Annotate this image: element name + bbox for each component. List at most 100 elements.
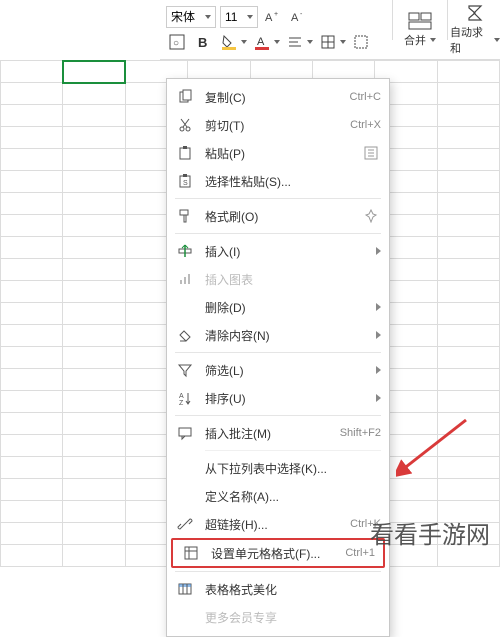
menu-item[interactable]: 清除内容(N) xyxy=(167,321,389,349)
merge-cells-button[interactable]: 合并 xyxy=(395,0,445,59)
menu-separator xyxy=(175,415,381,416)
menu-item[interactable]: 筛选(L) xyxy=(167,356,389,384)
menu-item-label: 删除(D) xyxy=(205,299,370,316)
menu-item: 插入图表 xyxy=(167,265,389,293)
chevron-right-icon xyxy=(376,366,381,374)
menu-item[interactable]: 格式刷(O) xyxy=(167,202,389,230)
autosum-button[interactable]: 自动求和 xyxy=(450,0,500,59)
font-color-button[interactable]: A xyxy=(251,31,273,53)
menu-item[interactable]: 超链接(H)...Ctrl+K xyxy=(167,510,389,538)
print-area-button[interactable] xyxy=(350,31,372,53)
chevron-down-icon xyxy=(430,38,436,42)
menu-item[interactable]: 表格格式美化 xyxy=(167,575,389,603)
borders-icon xyxy=(319,33,337,51)
chevron-down-icon xyxy=(247,15,253,19)
menu-item-label: 筛选(L) xyxy=(205,362,370,379)
menu-separator xyxy=(175,571,381,572)
menu-separator xyxy=(175,352,381,353)
decrease-font-icon: A- xyxy=(290,8,308,26)
selected-cell[interactable] xyxy=(63,61,125,83)
menu-item-label: 插入(I) xyxy=(205,243,370,260)
menu-item[interactable]: 定义名称(A)... xyxy=(167,482,389,510)
svg-text:A: A xyxy=(291,12,299,24)
table-beautify-icon xyxy=(175,579,195,599)
menu-item-shortcut: Shift+F2 xyxy=(340,427,381,439)
menu-item[interactable]: 剪切(T)Ctrl+X xyxy=(167,111,389,139)
menu-item[interactable]: S 选择性粘贴(S)... xyxy=(167,167,389,195)
merge-label: 合并 xyxy=(404,32,426,48)
chevron-down-icon[interactable] xyxy=(307,40,313,44)
menu-item-label: 从下拉列表中选择(K)... xyxy=(205,460,381,477)
chevron-right-icon xyxy=(376,303,381,311)
formula-button[interactable]: ○ xyxy=(166,31,188,53)
chevron-right-icon xyxy=(376,331,381,339)
grid-icon xyxy=(352,33,370,51)
menu-item-label: 剪切(T) xyxy=(205,117,350,134)
bold-button[interactable]: B xyxy=(192,31,214,53)
blank-icon xyxy=(175,486,195,506)
svg-text:A: A xyxy=(265,12,273,24)
paste-options-icon xyxy=(361,143,381,163)
menu-item[interactable]: 删除(D) xyxy=(167,293,389,321)
toolbar-separator xyxy=(392,0,393,40)
pin-icon xyxy=(361,206,381,226)
chevron-down-icon[interactable] xyxy=(274,40,280,44)
menu-more-label[interactable]: 更多会员专享 xyxy=(167,603,389,632)
filter-icon xyxy=(175,360,195,380)
svg-text:+: + xyxy=(274,11,278,18)
chevron-down-icon[interactable] xyxy=(241,40,247,44)
bold-icon: B xyxy=(194,33,212,51)
menu-item-label: 粘贴(P) xyxy=(205,145,355,162)
chevron-right-icon xyxy=(376,247,381,255)
svg-text:-: - xyxy=(300,11,303,18)
menu-item[interactable]: 设置单元格格式(F)...Ctrl+1 xyxy=(171,538,385,568)
menu-item-label: 复制(C) xyxy=(205,89,350,106)
menu-item[interactable]: 插入(I) xyxy=(167,237,389,265)
font-color-icon: A xyxy=(253,33,271,51)
menu-item-label: 清除内容(N) xyxy=(205,327,370,344)
menu-item-shortcut: Ctrl+C xyxy=(350,91,381,103)
menu-item-shortcut: Ctrl+X xyxy=(350,119,381,131)
menu-item[interactable]: 复制(C)Ctrl+C xyxy=(167,83,389,111)
menu-item-label: 超链接(H)... xyxy=(205,516,350,533)
font-family-select[interactable]: 宋体 xyxy=(166,6,216,28)
menu-item-label: 选择性粘贴(S)... xyxy=(205,173,381,190)
svg-text:A: A xyxy=(257,36,265,48)
toolbar-font-section: 宋体 11 A+ A- ○ B xyxy=(160,0,390,59)
autosum-label: 自动求和 xyxy=(450,24,490,56)
menu-item[interactable]: AZ排序(U) xyxy=(167,384,389,412)
decrease-font-button[interactable]: A- xyxy=(288,6,310,28)
formula-icon: ○ xyxy=(168,33,186,51)
menu-separator xyxy=(175,233,381,234)
menu-item-label: 插入图表 xyxy=(205,271,381,288)
comment-icon xyxy=(175,423,195,443)
menu-separator xyxy=(205,450,381,451)
menu-item[interactable]: 插入批注(M)Shift+F2 xyxy=(167,419,389,447)
menu-item[interactable]: 从下拉列表中选择(K)... xyxy=(167,454,389,482)
formatting-toolbar: 宋体 11 A+ A- ○ B xyxy=(160,0,500,60)
paste-special-icon: S xyxy=(175,171,195,191)
clear-icon xyxy=(175,325,195,345)
menu-item-label: 设置单元格格式(F)... xyxy=(211,545,345,562)
sort-icon: AZ xyxy=(175,388,195,408)
menu-item-label: 表格格式美化 xyxy=(205,581,381,598)
menu-item-label: 格式刷(O) xyxy=(205,208,355,225)
sigma-icon xyxy=(465,4,485,22)
fill-color-button[interactable] xyxy=(218,31,240,53)
align-button[interactable] xyxy=(284,31,306,53)
font-size-value: 11 xyxy=(225,10,237,24)
menu-item[interactable]: 粘贴(P) xyxy=(167,139,389,167)
borders-button[interactable] xyxy=(317,31,339,53)
copy-icon xyxy=(175,87,195,107)
chevron-down-icon[interactable] xyxy=(340,40,346,44)
chevron-right-icon xyxy=(376,394,381,402)
hyperlink-icon xyxy=(175,514,195,534)
svg-text:Z: Z xyxy=(179,400,184,406)
font-size-select[interactable]: 11 xyxy=(220,6,258,28)
svg-text:○: ○ xyxy=(173,38,179,49)
svg-text:B: B xyxy=(198,35,207,50)
menu-item-label: 插入批注(M) xyxy=(205,425,340,442)
increase-font-button[interactable]: A+ xyxy=(262,6,284,28)
blank-icon xyxy=(175,458,195,478)
context-menu: 复制(C)Ctrl+C剪切(T)Ctrl+X粘贴(P)S选择性粘贴(S)...格… xyxy=(166,78,390,637)
